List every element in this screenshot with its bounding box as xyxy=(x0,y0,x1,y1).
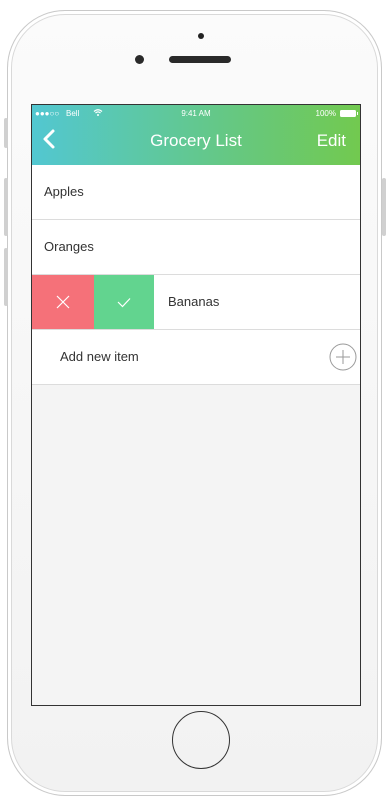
add-item-button[interactable] xyxy=(329,343,357,371)
list-item-swiped[interactable]: Bananas xyxy=(32,275,360,330)
close-icon xyxy=(56,295,70,309)
grocery-list: Apples Oranges Bananas Add new item xyxy=(32,165,360,385)
edit-button[interactable]: Edit xyxy=(317,131,346,151)
navigation-bar: ●●●○○ Bell 9:41 AM 100% Grocery List Edi… xyxy=(32,105,360,165)
delete-action-button[interactable] xyxy=(32,275,94,329)
home-button[interactable] xyxy=(172,711,230,769)
add-item-label: Add new item xyxy=(60,349,139,364)
proximity-sensor xyxy=(198,33,204,39)
battery-percentage: 100% xyxy=(315,109,336,118)
list-item-label: Bananas xyxy=(168,294,220,309)
power-button xyxy=(382,178,386,236)
battery-icon xyxy=(340,110,358,117)
screen: ●●●○○ Bell 9:41 AM 100% Grocery List Edi… xyxy=(31,104,361,706)
plus-circle-icon xyxy=(329,343,357,371)
page-title: Grocery List xyxy=(150,131,242,150)
mark-done-action-button[interactable] xyxy=(94,275,154,329)
earpiece-speaker xyxy=(169,56,231,63)
mute-switch xyxy=(4,118,8,148)
status-bar: ●●●○○ Bell 9:41 AM 100% xyxy=(32,108,360,120)
front-camera xyxy=(135,55,144,64)
volume-down-button xyxy=(4,248,8,306)
list-item-label: Oranges xyxy=(44,239,94,254)
add-item-row[interactable]: Add new item xyxy=(32,330,360,385)
list-item[interactable]: Oranges xyxy=(32,220,360,275)
volume-up-button xyxy=(4,178,8,236)
list-item-label: Apples xyxy=(44,184,84,199)
clock: 9:41 AM xyxy=(181,109,211,118)
list-item[interactable]: Apples xyxy=(32,165,360,220)
checkmark-icon xyxy=(117,298,131,308)
